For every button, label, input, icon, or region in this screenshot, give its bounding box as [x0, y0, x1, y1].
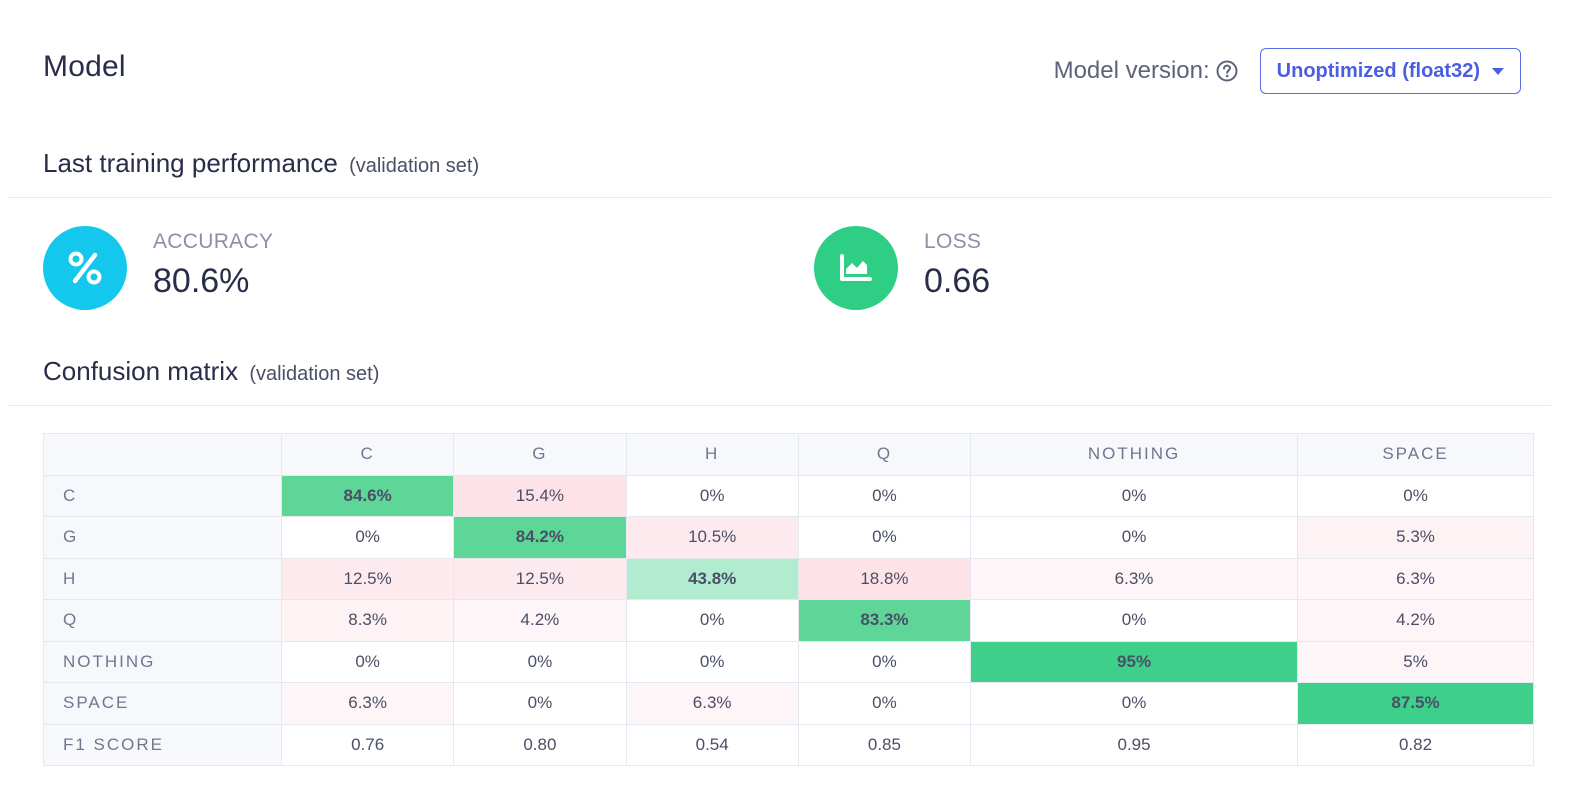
caret-down-icon: [1492, 67, 1504, 75]
f1-cell: 0.54: [625, 723, 799, 766]
f1-cell: 0.95: [970, 723, 1299, 766]
matrix-cell: 6.3%: [280, 682, 455, 725]
table-row: H 12.5% 12.5% 43.8% 18.8% 6.3% 6.3%: [43, 557, 1534, 600]
confusion-subtitle: (validation set): [249, 363, 380, 385]
performance-section-title: Last training performance (validation se…: [43, 148, 479, 179]
matrix-cell: 84.2%: [453, 516, 627, 559]
divider: [8, 197, 1551, 198]
matrix-cell: 15.4%: [453, 474, 627, 517]
column-header: SPACE: [1297, 433, 1534, 476]
column-header: C: [280, 433, 455, 476]
column-header: NOTHING: [970, 433, 1299, 476]
matrix-cell: 0%: [970, 474, 1299, 517]
matrix-cell: 0%: [280, 516, 455, 559]
table-row: SPACE 6.3% 0% 6.3% 0% 0% 87.5%: [43, 682, 1534, 725]
model-header: Model Model version: Unoptimized (float3…: [43, 48, 1521, 96]
row-header: G: [43, 516, 282, 559]
confusion-matrix-table: C G H Q NOTHING SPACE C 84.6% 15.4% 0% 0…: [43, 433, 1534, 766]
column-header: Q: [797, 433, 972, 476]
matrix-cell: 83.3%: [797, 599, 972, 642]
matrix-cell: 43.8%: [625, 557, 799, 600]
matrix-cell: 0%: [970, 599, 1299, 642]
column-header: G: [453, 433, 627, 476]
matrix-cell: 0%: [1297, 474, 1534, 517]
matrix-cell: 6.3%: [625, 682, 799, 725]
matrix-cell: 6.3%: [1297, 557, 1534, 600]
matrix-cell: 8.3%: [280, 599, 455, 642]
performance-title: Last training performance: [43, 148, 338, 178]
table-row: G 0% 84.2% 10.5% 0% 0% 5.3%: [43, 516, 1534, 559]
matrix-cell: 0%: [453, 640, 627, 683]
matrix-cell: 0%: [797, 474, 972, 517]
row-header: C: [43, 474, 282, 517]
percent-icon: [43, 226, 127, 310]
matrix-cell: 87.5%: [1297, 682, 1534, 725]
matrix-cell: 0%: [970, 682, 1299, 725]
matrix-cell: 0%: [797, 640, 972, 683]
accuracy-value: 80.6%: [153, 262, 250, 300]
accuracy-label: ACCURACY: [153, 230, 274, 253]
row-header: H: [43, 557, 282, 600]
table-row: Q 8.3% 4.2% 0% 83.3% 0% 4.2%: [43, 599, 1534, 642]
f1-cell: 0.80: [453, 723, 627, 766]
matrix-cell: 0%: [625, 640, 799, 683]
matrix-cell: 0%: [280, 640, 455, 683]
table-row: C 84.6% 15.4% 0% 0% 0% 0%: [43, 474, 1534, 517]
matrix-cell: 10.5%: [625, 516, 799, 559]
chart-area-icon: [814, 226, 898, 310]
model-version-selected: Unoptimized (float32): [1276, 59, 1480, 82]
f1-cell: 0.82: [1297, 723, 1534, 766]
loss-value: 0.66: [924, 262, 991, 300]
corner-cell: [43, 433, 282, 476]
matrix-cell: 4.2%: [453, 599, 627, 642]
matrix-cell: 0%: [625, 599, 799, 642]
matrix-cell: 84.6%: [280, 474, 455, 517]
column-header: H: [625, 433, 799, 476]
matrix-cell: 0%: [797, 682, 972, 725]
loss-label: LOSS: [924, 230, 982, 253]
matrix-cell: 6.3%: [970, 557, 1299, 600]
row-header: Q: [43, 599, 282, 642]
table-row: NOTHING 0% 0% 0% 0% 95% 5%: [43, 640, 1534, 683]
matrix-cell: 12.5%: [453, 557, 627, 600]
row-header: NOTHING: [43, 640, 282, 683]
matrix-cell: 5.3%: [1297, 516, 1534, 559]
help-circle-icon[interactable]: [1216, 60, 1238, 82]
matrix-cell: 95%: [970, 640, 1299, 683]
matrix-cell: 12.5%: [280, 557, 455, 600]
model-version-control: Model version: Unoptimized (float32): [1054, 48, 1521, 94]
row-header: F1 SCORE: [43, 723, 282, 766]
page-title: Model: [43, 50, 126, 83]
matrix-cell: 5%: [1297, 640, 1534, 683]
f1-score-row: F1 SCORE 0.76 0.80 0.54 0.85 0.95 0.82: [43, 723, 1534, 766]
row-header: SPACE: [43, 682, 282, 725]
table-header-row: C G H Q NOTHING SPACE: [43, 433, 1534, 476]
matrix-cell: 4.2%: [1297, 599, 1534, 642]
f1-cell: 0.76: [280, 723, 455, 766]
matrix-cell: 0%: [970, 516, 1299, 559]
model-version-select[interactable]: Unoptimized (float32): [1259, 48, 1521, 94]
divider: [8, 405, 1551, 406]
matrix-cell: 18.8%: [797, 557, 972, 600]
matrix-cell: 0%: [797, 516, 972, 559]
performance-subtitle: (validation set): [349, 155, 480, 177]
matrix-cell: 0%: [625, 474, 799, 517]
model-version-label: Model version:: [1053, 57, 1210, 84]
f1-cell: 0.85: [797, 723, 972, 766]
matrix-cell: 0%: [453, 682, 627, 725]
confusion-title: Confusion matrix: [43, 356, 239, 386]
confusion-section-title: Confusion matrix (validation set): [43, 356, 379, 387]
